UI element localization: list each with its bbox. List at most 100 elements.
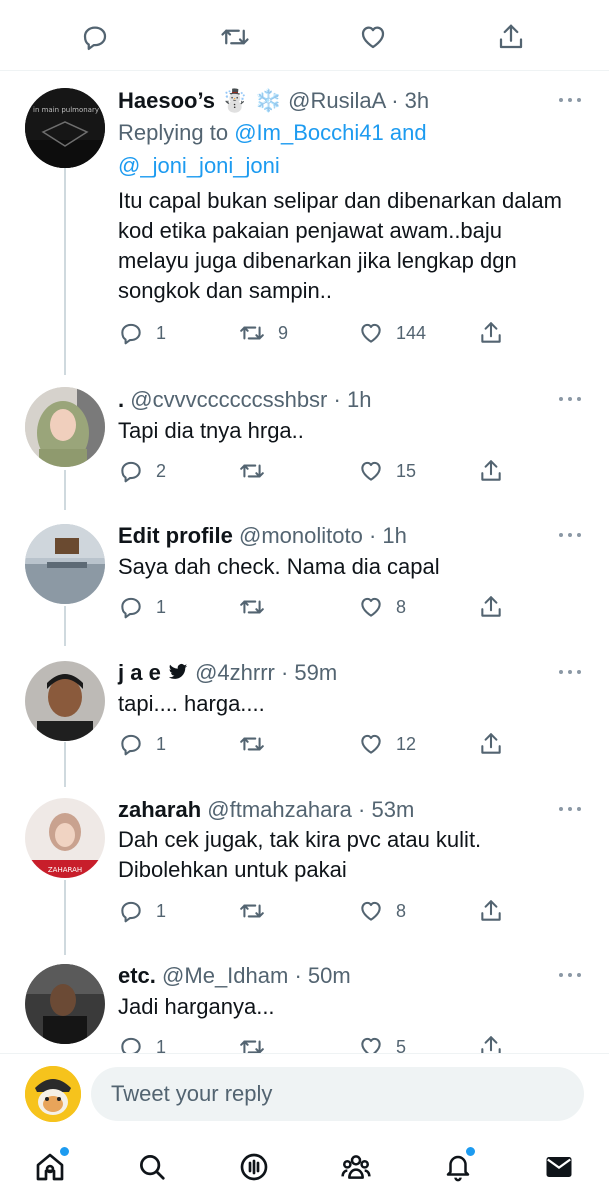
- retweet-icon: [240, 600, 264, 614]
- like-count: 144: [396, 322, 427, 343]
- user-handle[interactable]: @monolitoto: [239, 523, 363, 548]
- retweet-button[interactable]: [238, 1032, 266, 1053]
- tweet-header: Haesoo’s ☃️ ❄️ @RusilaA · 3h: [118, 88, 429, 114]
- share-icon: [481, 1036, 501, 1053]
- user-avatar[interactable]: [25, 1066, 81, 1122]
- mention-and[interactable]: and: [390, 120, 427, 145]
- display-name[interactable]: etc.: [118, 963, 156, 988]
- retweet-button[interactable]: [238, 729, 266, 759]
- like-button[interactable]: 5: [358, 1032, 406, 1053]
- timestamp[interactable]: · 1h: [369, 523, 407, 548]
- retweet-button[interactable]: [238, 592, 266, 622]
- share-button[interactable]: [478, 592, 504, 622]
- twitter-bird-icon: [168, 664, 188, 679]
- display-name[interactable]: j a e: [118, 660, 161, 685]
- retweet-icon: [240, 1040, 264, 1053]
- like-icon: [361, 734, 381, 754]
- display-name[interactable]: Edit profile: [118, 523, 233, 548]
- avatar[interactable]: [25, 524, 105, 604]
- more-options-icon[interactable]: [556, 525, 586, 545]
- spaces-icon[interactable]: [236, 1149, 272, 1185]
- share-button[interactable]: [478, 729, 504, 759]
- reply-icon: [121, 461, 141, 483]
- timestamp[interactable]: · 53m: [358, 797, 414, 822]
- like-button[interactable]: 12: [358, 729, 416, 759]
- like-icon[interactable]: [356, 20, 390, 54]
- timestamp[interactable]: · 59m: [281, 660, 337, 685]
- user-handle[interactable]: @ftmahzahara: [207, 797, 352, 822]
- messages-icon[interactable]: [541, 1149, 577, 1185]
- avatar[interactable]: ZAHARAH: [25, 798, 105, 878]
- mention-link[interactable]: @Im_Bocchi41: [234, 120, 384, 145]
- display-name[interactable]: .: [118, 387, 124, 412]
- tweet[interactable]: j a e @4zhrrr · 59m tapi.... harga.... 1…: [0, 643, 609, 773]
- like-icon: [361, 1037, 381, 1053]
- timestamp[interactable]: · 50m: [294, 963, 350, 988]
- reply-count: 1: [156, 322, 167, 343]
- like-count: 15: [396, 460, 417, 481]
- more-options-icon[interactable]: [556, 389, 586, 409]
- avatar[interactable]: [25, 387, 105, 467]
- like-icon: [361, 323, 381, 343]
- display-name[interactable]: zaharah: [118, 797, 201, 822]
- tweet[interactable]: etc. @Me_Idham · 50m Jadi harganya... 1 …: [0, 946, 609, 1053]
- like-button[interactable]: 8: [358, 896, 406, 926]
- reply-icon: [121, 1037, 141, 1053]
- tweet-text: Itu capal bukan selipar dan dibenarkan d…: [118, 188, 562, 303]
- reply-button[interactable]: 1: [118, 896, 166, 926]
- retweet-button[interactable]: 9: [238, 318, 288, 348]
- reply-button[interactable]: 1: [118, 318, 166, 348]
- reply-button[interactable]: 2: [118, 456, 166, 486]
- tweet-header: j a e @4zhrrr · 59m: [118, 660, 337, 686]
- retweet-button[interactable]: [238, 456, 266, 486]
- reply-count: 1: [156, 1036, 167, 1054]
- more-options-icon[interactable]: [556, 799, 586, 819]
- more-options-icon[interactable]: [556, 90, 586, 110]
- avatar-caption: ZAHARAH: [48, 866, 82, 874]
- reply-input[interactable]: Tweet your reply: [91, 1067, 584, 1121]
- parent-tweet-actions: [0, 0, 609, 71]
- like-button[interactable]: 144: [358, 318, 426, 348]
- share-button[interactable]: [478, 1032, 504, 1053]
- user-handle[interactable]: @4zhrrr: [195, 660, 275, 685]
- share-icon: [481, 322, 501, 343]
- timestamp[interactable]: · 1h: [334, 387, 372, 412]
- avatar[interactable]: [25, 661, 105, 741]
- retweet-icon[interactable]: [218, 20, 252, 54]
- tweet[interactable]: . @cvvvccccccsshbsr · 1h Tapi dia tnya h…: [0, 370, 609, 500]
- share-icon[interactable]: [494, 20, 528, 54]
- more-options-icon[interactable]: [556, 965, 586, 985]
- reply-composer: Tweet your reply: [0, 1053, 609, 1136]
- tweet[interactable]: Edit profile @monolitoto · 1h Saya dah c…: [0, 506, 609, 636]
- reply-button[interactable]: 1: [118, 729, 166, 759]
- reply-placeholder: Tweet your reply: [111, 1081, 273, 1106]
- reply-icon: [121, 901, 141, 923]
- share-button[interactable]: [478, 318, 504, 348]
- tweet[interactable]: ZAHARAH zaharah @ftmahzahara · 53m Dah c…: [0, 780, 609, 940]
- user-handle[interactable]: @cvvvccccccsshbsr: [130, 387, 327, 412]
- more-options-icon[interactable]: [556, 662, 586, 682]
- display-name[interactable]: Haesoo’s ☃️ ❄️: [118, 88, 282, 113]
- avatar[interactable]: [25, 964, 105, 1044]
- share-button[interactable]: [478, 896, 504, 926]
- share-button[interactable]: [478, 456, 504, 486]
- mention-link[interactable]: @_joni_joni_joni: [118, 153, 280, 178]
- like-button[interactable]: 15: [358, 456, 416, 486]
- avatar[interactable]: in main pulmonary arter: [25, 88, 105, 168]
- reply-icon[interactable]: [78, 20, 112, 54]
- like-button[interactable]: 8: [358, 592, 406, 622]
- timestamp[interactable]: · 3h: [391, 88, 429, 113]
- retweet-button[interactable]: [238, 896, 266, 926]
- retweet-count: 9: [278, 322, 289, 343]
- like-count: 5: [396, 1036, 407, 1054]
- tweet[interactable]: in main pulmonary arter Haesoo’s ☃️ ❄️ @…: [0, 70, 609, 360]
- reply-button[interactable]: 1: [118, 592, 166, 622]
- search-icon[interactable]: [134, 1149, 170, 1185]
- replying-label: Replying to: [118, 120, 229, 145]
- communities-icon[interactable]: [338, 1149, 374, 1185]
- user-handle[interactable]: @RusilaA: [288, 88, 385, 113]
- tweet-text: Dah cek jugak, tak kira pvc atau kulit. …: [118, 827, 482, 882]
- replying-to: Replying to @Im_Bocchi41 and @_joni_joni…: [118, 116, 427, 182]
- reply-button[interactable]: 1: [118, 1032, 166, 1053]
- user-handle[interactable]: @Me_Idham: [162, 963, 288, 988]
